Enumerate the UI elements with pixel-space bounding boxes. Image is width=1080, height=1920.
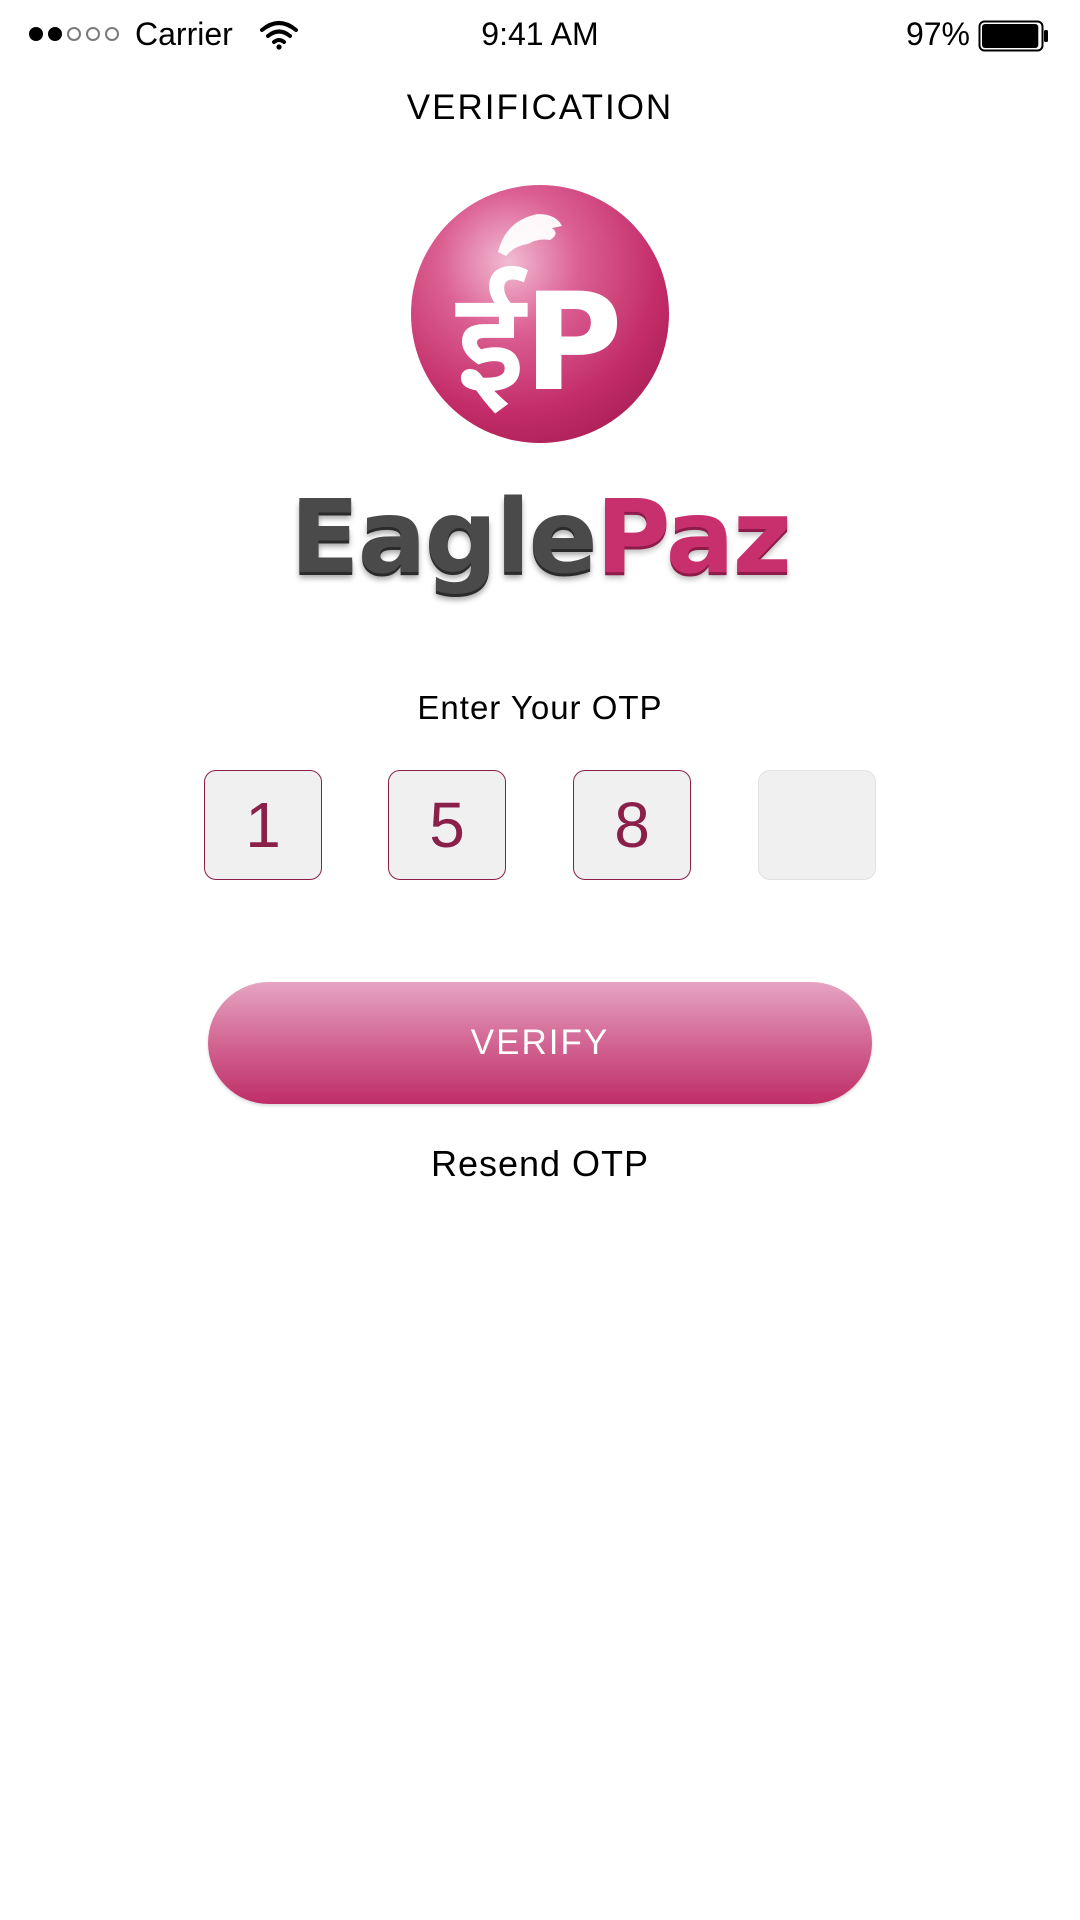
otp-digit-2-input[interactable]: 5 (388, 770, 506, 880)
brand-wordmark-paz: Paz (595, 478, 792, 597)
brand-wordmark-eagle: Eagle (290, 478, 598, 597)
battery-percent: 97% (905, 16, 970, 52)
eaglepaz-logo-badge: ईP (411, 185, 669, 443)
otp-digit-3-input[interactable]: 8 (573, 770, 691, 880)
logo-glyph: ईP (454, 264, 622, 421)
otp-digit-4-input[interactable] (758, 770, 876, 880)
verify-button[interactable]: VERIFY (208, 982, 872, 1104)
brand-wordmark: EaglePaz (0, 478, 1080, 598)
otp-digit-1-input[interactable]: 1 (204, 770, 322, 880)
page-title: VERIFICATION (406, 88, 674, 127)
otp-input-group: 1 5 8 (204, 770, 878, 882)
battery-icon (978, 20, 1048, 52)
status-bar: Carrier 9:41 AM 97% (0, 0, 1080, 70)
otp-label: Enter Your OTP (417, 689, 663, 726)
resend-otp-link[interactable]: Resend OTP (0, 1142, 1080, 1186)
